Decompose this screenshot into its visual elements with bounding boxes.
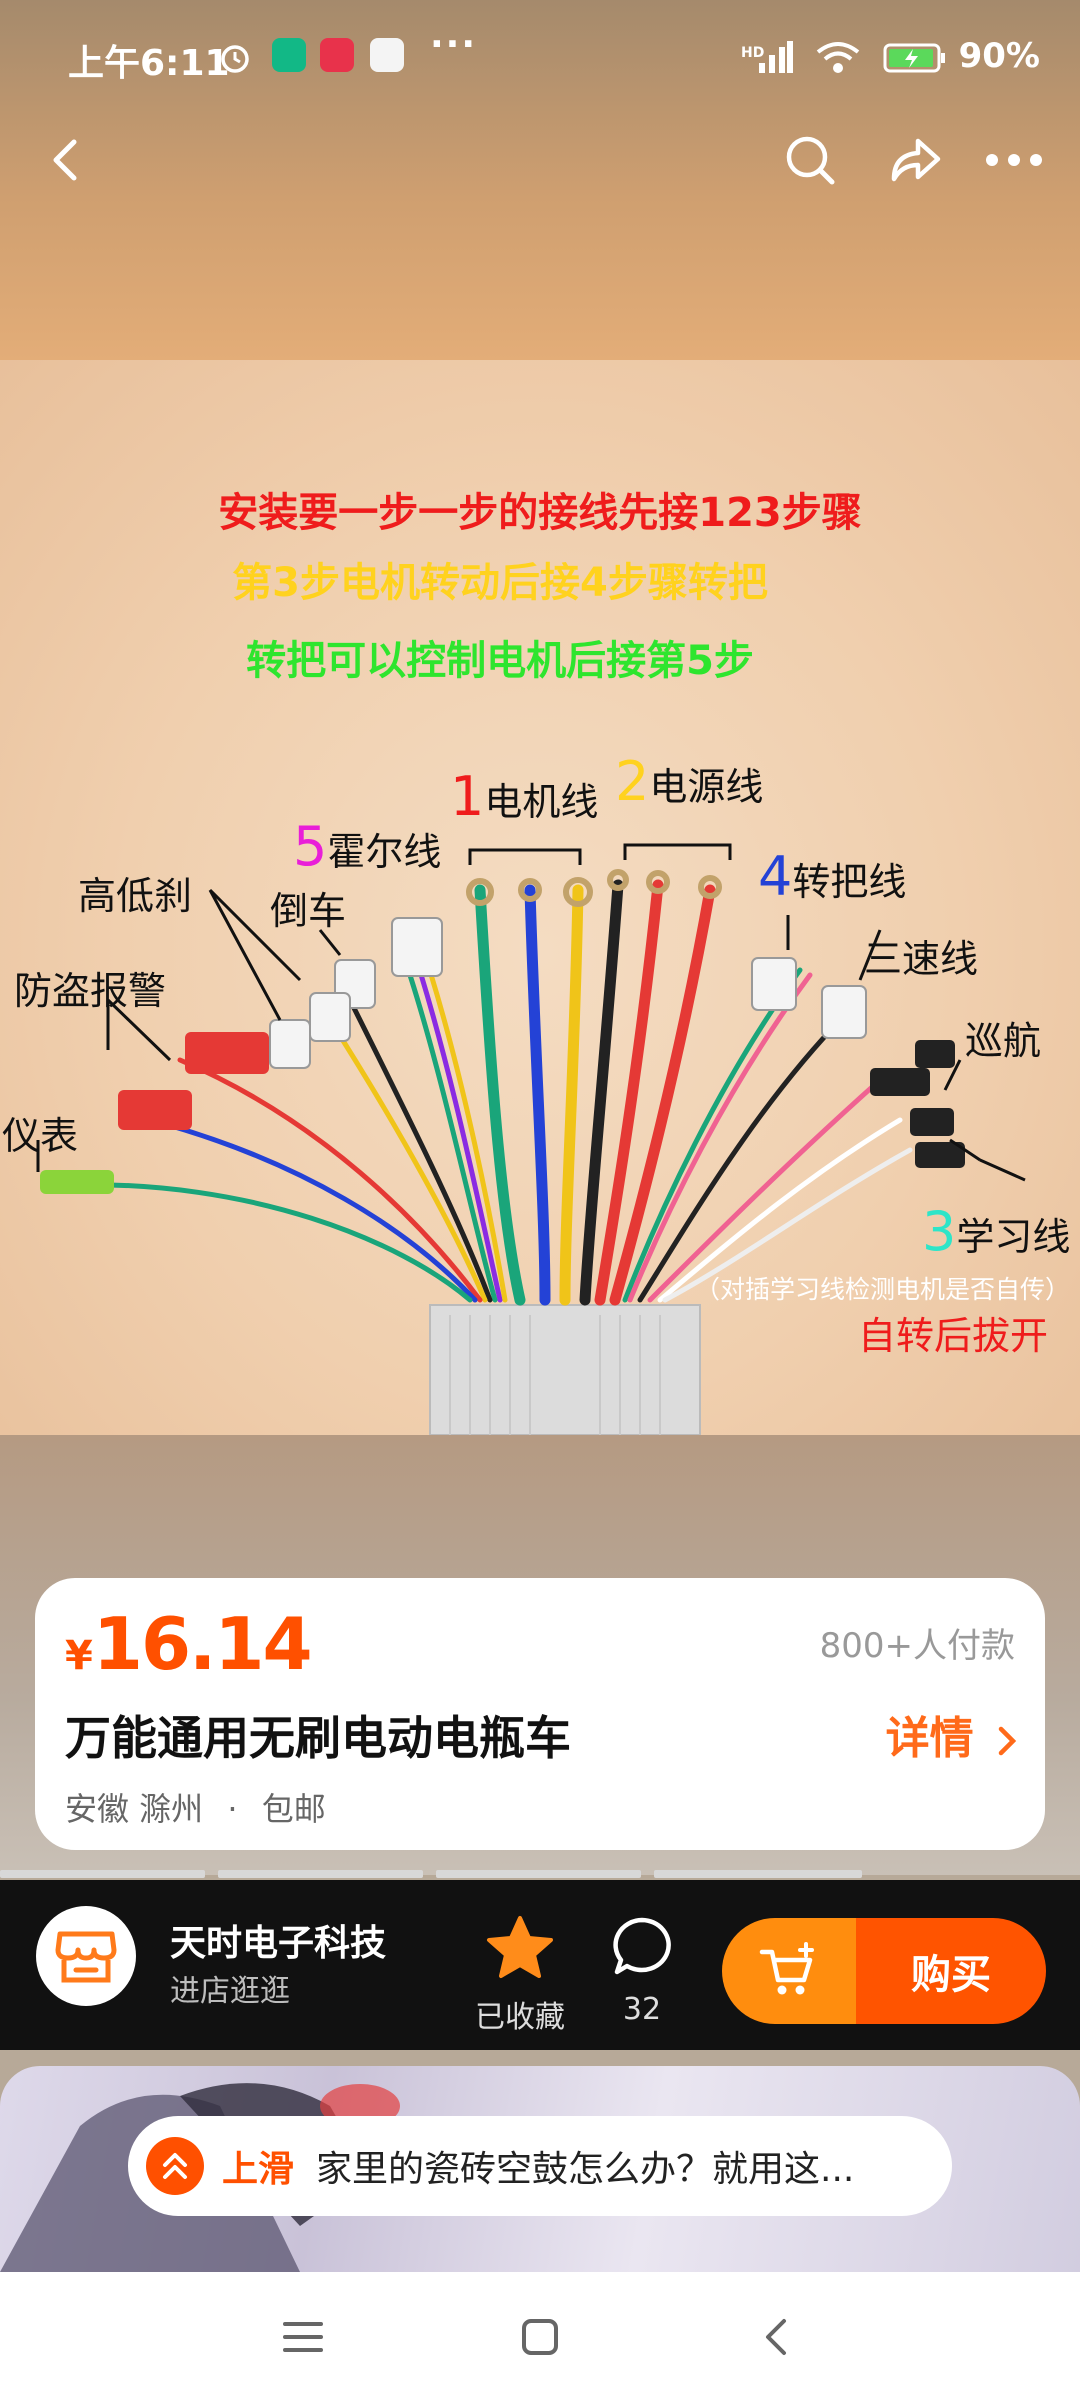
- swipe-up-icon: [146, 2137, 204, 2195]
- security-app-icon: [272, 38, 306, 72]
- price-value: 16.14: [92, 1602, 313, 1686]
- comments-button[interactable]: 32: [592, 1914, 692, 2027]
- system-back-button[interactable]: [742, 2302, 812, 2372]
- share-button[interactable]: [874, 120, 954, 200]
- shop-icon: [55, 1931, 117, 1983]
- label-learn: 3学习线: [922, 1200, 1071, 1263]
- chevron-left-icon: [53, 139, 77, 181]
- swipe-up-label: 上滑: [222, 2149, 295, 2190]
- swipe-up-hint[interactable]: 上滑 家里的瓷砖空鼓怎么办？就用这...: [128, 2116, 952, 2216]
- system-navigation-bar: [0, 2272, 1080, 2400]
- recents-button[interactable]: [268, 2302, 338, 2372]
- more-button[interactable]: [974, 120, 1054, 200]
- store-avatar[interactable]: [36, 1906, 136, 2006]
- product-image[interactable]: 安装要一步一步的接线先接123步骤 第3步电机转动后接4步骤转把 转把可以控制电…: [0, 360, 1080, 1435]
- status-right: HD 90%: [741, 36, 1040, 76]
- label-power: 2电源线: [615, 750, 764, 813]
- label-meter: 仪表: [2, 1114, 79, 1158]
- chevron-right-icon: [998, 1726, 1017, 1756]
- status-time: 上午6:11: [68, 43, 230, 84]
- label-throttle: 4转把线: [758, 845, 907, 908]
- status-bar: 上午6:11 ··· HD 90%: [0, 0, 1080, 120]
- label-hall: 5霍尔线: [293, 815, 442, 878]
- label-three-speed: 三速线: [864, 937, 979, 981]
- thumb-indicator-4: [654, 1870, 862, 1878]
- battery-icon: [883, 43, 945, 72]
- location: 安徽 滁州: [65, 1790, 204, 1828]
- details-label: 详情: [885, 1713, 974, 1764]
- product-title: 万能通用无刷电动电瓶车: [65, 1711, 571, 1765]
- label-unplug: 自转后拔开: [858, 1314, 1049, 1358]
- back-arrow-icon: [766, 2319, 786, 2355]
- next-video-title: 家里的瓷砖空鼓怎么办？就用这...: [316, 2149, 855, 2190]
- comments-count: 32: [622, 1992, 662, 2027]
- favorite-button[interactable]: 已收藏: [470, 1914, 570, 2036]
- wifi-icon: [816, 41, 860, 73]
- favorite-label: 已收藏: [475, 2000, 565, 2035]
- currency-symbol: ¥: [65, 1633, 93, 1679]
- buy-button[interactable]: 购买: [856, 1918, 1046, 2024]
- search-icon: [786, 136, 835, 185]
- store-name[interactable]: 天时电子科技: [170, 1914, 386, 1966]
- signal-icon: HD: [741, 40, 794, 73]
- home-button[interactable]: [505, 2302, 575, 2372]
- battery-percent: 90%: [958, 36, 1040, 76]
- cart-plus-icon: [759, 1942, 814, 1995]
- free-shipping: 包邮: [261, 1790, 326, 1828]
- svg-text:HD: HD: [741, 45, 764, 61]
- menu-icon: [283, 2322, 323, 2352]
- search-button[interactable]: [770, 120, 850, 200]
- label-learn-note: （对插学习线检测电机是否自传）: [695, 1275, 1071, 1304]
- news-app-icon: [320, 38, 354, 72]
- visit-store-link[interactable]: 进店逛逛: [170, 1966, 290, 2010]
- product-info-card[interactable]: ¥16.14 800+人付款 万能通用无刷电动电瓶车 详情 安徽 滁州 · 包邮: [35, 1578, 1045, 1850]
- price: ¥16.14: [65, 1602, 313, 1686]
- more-dots-icon: [986, 154, 1042, 166]
- home-square-icon: [522, 2319, 558, 2355]
- purchase-controls: 购买: [722, 1918, 1046, 2024]
- home-app-icon: [370, 38, 404, 72]
- label-alarm: 防盗报警: [14, 969, 167, 1013]
- label-cruise: 巡航: [965, 1019, 1042, 1063]
- label-brake: 高低刹: [78, 874, 193, 918]
- star-icon: [487, 1916, 553, 1978]
- share-icon: [891, 138, 941, 182]
- label-reverse: 倒车: [270, 889, 347, 933]
- add-to-cart-button[interactable]: [722, 1918, 856, 2024]
- separator-dot: ·: [227, 1790, 238, 1828]
- label-motor: 1电机线: [450, 765, 599, 828]
- status-more: ···: [430, 24, 478, 65]
- thumb-indicator-2: [218, 1870, 423, 1878]
- shipping-info: 安徽 滁州 · 包邮: [65, 1784, 326, 1830]
- store-action-bar: 天时电子科技 进店逛逛 已收藏 32 购买: [0, 1880, 1080, 2050]
- details-link[interactable]: 详情: [886, 1702, 1019, 1766]
- alarm-icon: [218, 40, 252, 74]
- thumb-indicator-1: [0, 1870, 205, 1878]
- thumb-indicator-3: [436, 1870, 641, 1878]
- comment-icon: [613, 1917, 671, 1975]
- back-button[interactable]: [26, 120, 106, 200]
- buyers-count: 800+人付款: [819, 1626, 1015, 1666]
